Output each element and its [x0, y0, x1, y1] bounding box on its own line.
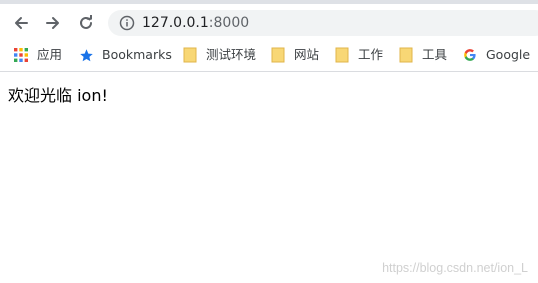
toolbar-separator — [0, 71, 538, 72]
reload-button[interactable] — [75, 12, 97, 34]
page-message: 欢迎光临 ion! — [8, 86, 108, 105]
bookmark-folder-work[interactable]: 工作 — [334, 46, 383, 64]
bookmark-label: 工作 — [358, 47, 384, 62]
back-arrow-icon — [15, 17, 28, 29]
bookmark-google[interactable]: Google — [462, 46, 530, 64]
back-button[interactable] — [10, 12, 32, 34]
apps-grid-icon — [13, 47, 29, 63]
watermark-text: https://blog.csdn.net/ion_L — [382, 261, 528, 275]
reload-icon — [80, 15, 92, 29]
bookmark-label: 应用 — [37, 47, 63, 62]
bookmark-label: Google — [486, 47, 531, 62]
bookmark-label: 网站 — [294, 47, 320, 62]
address-bar[interactable]: 127.0.0.1:8000 — [108, 10, 538, 36]
forward-arrow-icon — [46, 17, 59, 29]
bookmark-label: 测试环境 — [206, 47, 257, 62]
url-host: 127.0.0.1 — [142, 15, 209, 31]
google-g-icon — [462, 47, 478, 63]
bookmark-apps[interactable]: 应用 — [13, 46, 62, 64]
folder-icon — [270, 47, 286, 63]
folder-icon — [334, 47, 350, 63]
bookmark-label: Bookmarks — [102, 47, 172, 62]
bookmark-folder-websites[interactable]: 网站 — [270, 46, 319, 64]
star-icon — [78, 47, 94, 63]
bookmarks-bar: 应用 Bookmarks 测试环境 网站 工作 工具 Google — [0, 40, 538, 70]
forward-button[interactable] — [42, 12, 64, 34]
site-info-icon[interactable] — [119, 15, 135, 31]
browser-toolbar: 127.0.0.1:8000 — [0, 4, 538, 40]
folder-icon — [182, 47, 198, 63]
bookmark-label: 工具 — [422, 47, 448, 62]
bookmark-folder-tools[interactable]: 工具 — [398, 46, 447, 64]
bookmark-folder-test-env[interactable]: 测试环境 — [182, 46, 256, 64]
url-text[interactable]: 127.0.0.1:8000 — [142, 14, 249, 32]
folder-icon — [398, 47, 414, 63]
url-port: :8000 — [208, 15, 250, 31]
bookmark-bookmarks[interactable]: Bookmarks — [78, 46, 172, 64]
